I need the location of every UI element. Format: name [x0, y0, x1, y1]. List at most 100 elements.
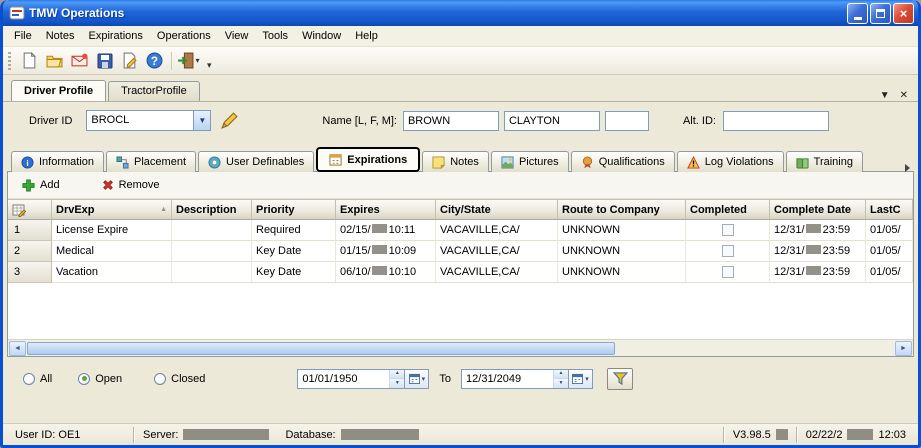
from-date-calendar-button[interactable]: ▾: [404, 370, 428, 388]
to-date-spinner[interactable]: ▲▼: [553, 370, 568, 388]
cell-expires[interactable]: 06/10/10:10: [336, 262, 436, 283]
cell-citystate[interactable]: VACAVILLE,CA/: [436, 262, 558, 283]
tab-information[interactable]: i Information: [11, 151, 104, 172]
title-bar[interactable]: TMW Operations ×: [3, 0, 918, 26]
menu-help[interactable]: Help: [348, 27, 385, 45]
spin-down-icon[interactable]: ▼: [390, 379, 404, 388]
cell-description[interactable]: [172, 220, 252, 241]
cell-completed[interactable]: [686, 262, 770, 283]
cell-priority[interactable]: Key Date: [252, 241, 336, 262]
last-name-field[interactable]: [403, 111, 499, 131]
col-header-complete-date[interactable]: Complete Date: [770, 199, 866, 220]
menu-notes[interactable]: Notes: [39, 27, 82, 45]
cell-lastc[interactable]: 01/05/: [866, 241, 913, 262]
grid-corner-cell[interactable]: [8, 199, 52, 220]
pane-dropdown-icon[interactable]: ▼: [880, 90, 890, 101]
cell-citystate[interactable]: VACAVILLE,CA/: [436, 241, 558, 262]
exit-dropdown-arrow[interactable]: ▾: [195, 56, 199, 65]
tab-expirations[interactable]: Expirations: [316, 147, 420, 172]
cell-lastc[interactable]: 01/05/: [866, 220, 913, 241]
row-selector[interactable]: 2: [8, 241, 52, 262]
menu-window[interactable]: Window: [295, 27, 348, 45]
completed-checkbox[interactable]: [722, 266, 734, 278]
cell-drvexp[interactable]: License Expire: [52, 220, 172, 241]
radio-open[interactable]: Open: [78, 373, 122, 385]
tab-pictures[interactable]: Pictures: [491, 151, 569, 172]
tab-placement[interactable]: Placement: [106, 151, 196, 172]
save-button[interactable]: [92, 49, 117, 72]
scroll-right-button[interactable]: ►: [895, 341, 912, 356]
cell-priority[interactable]: Key Date: [252, 262, 336, 283]
cell-description[interactable]: [172, 241, 252, 262]
horizontal-scrollbar[interactable]: ◄ ►: [8, 339, 913, 356]
exit-button[interactable]: ▾: [176, 49, 201, 72]
toolbar-grip[interactable]: [8, 52, 11, 70]
menu-view[interactable]: View: [218, 27, 256, 45]
col-header-expires[interactable]: Expires: [336, 199, 436, 220]
alt-id-field[interactable]: [723, 111, 829, 131]
tab-tractor-profile[interactable]: TractorProfile: [108, 81, 200, 101]
close-button[interactable]: ×: [893, 3, 914, 24]
menu-tools[interactable]: Tools: [255, 27, 295, 45]
tab-driver-profile[interactable]: Driver Profile: [11, 80, 106, 101]
cell-completed[interactable]: [686, 220, 770, 241]
spin-down-icon[interactable]: ▼: [554, 379, 568, 388]
edit-note-button[interactable]: [117, 49, 142, 72]
cell-route[interactable]: UNKNOWN: [558, 220, 686, 241]
spin-up-icon[interactable]: ▲: [554, 370, 568, 380]
row-selector[interactable]: 1: [8, 220, 52, 241]
tab-user-definables[interactable]: User Definables: [198, 151, 314, 172]
toolbar-overflow-chevron[interactable]: ▾: [207, 60, 212, 74]
col-header-completed[interactable]: Completed: [686, 199, 770, 220]
completed-checkbox[interactable]: [722, 245, 734, 257]
col-header-drvexp[interactable]: DrvExp▲: [52, 199, 172, 220]
scroll-left-button[interactable]: ◄: [9, 341, 26, 356]
radio-open-icon[interactable]: [78, 373, 90, 385]
col-header-description[interactable]: Description: [172, 199, 252, 220]
tab-notes[interactable]: Notes: [422, 151, 489, 172]
cell-route[interactable]: UNKNOWN: [558, 262, 686, 283]
middle-name-field[interactable]: [605, 111, 649, 131]
radio-closed-icon[interactable]: [154, 373, 166, 385]
radio-closed[interactable]: Closed: [154, 373, 205, 385]
help-button[interactable]: ?: [142, 49, 167, 72]
first-name-field[interactable]: [504, 111, 600, 131]
menu-file[interactable]: File: [7, 27, 39, 45]
to-date-calendar-button[interactable]: ▾: [568, 370, 592, 388]
to-date-picker[interactable]: 12/31/2049 ▲▼ ▾: [461, 369, 593, 389]
spin-up-icon[interactable]: ▲: [390, 370, 404, 380]
cell-drvexp[interactable]: Medical: [52, 241, 172, 262]
driver-id-combobox[interactable]: BROCL ▼: [86, 110, 211, 131]
tab-qualifications[interactable]: Qualifications: [571, 151, 675, 172]
menu-operations[interactable]: Operations: [150, 27, 218, 45]
cell-expires[interactable]: 02/15/10:11: [336, 220, 436, 241]
tab-training[interactable]: Training: [786, 151, 863, 172]
cell-completed[interactable]: [686, 241, 770, 262]
cell-lastc[interactable]: 01/05/: [866, 262, 913, 283]
open-folder-button[interactable]: [42, 49, 67, 72]
cell-description[interactable]: [172, 262, 252, 283]
from-date-spinner[interactable]: ▲▼: [389, 370, 404, 388]
minimize-button[interactable]: [847, 3, 868, 24]
tab-log-violations[interactable]: Log Violations: [677, 151, 784, 172]
menu-expirations[interactable]: Expirations: [81, 27, 149, 45]
radio-all[interactable]: All: [23, 373, 52, 385]
cell-complete-date[interactable]: 12/31/23:59: [770, 262, 866, 283]
new-document-button[interactable]: [17, 49, 42, 72]
apply-filter-button[interactable]: [607, 368, 633, 390]
pane-close-icon[interactable]: ✕: [900, 90, 908, 101]
col-header-route[interactable]: Route to Company: [558, 199, 686, 220]
cell-citystate[interactable]: VACAVILLE,CA/: [436, 220, 558, 241]
cell-route[interactable]: UNKNOWN: [558, 241, 686, 262]
edit-pencil-icon[interactable]: [220, 112, 238, 130]
maximize-button[interactable]: [870, 3, 891, 24]
row-selector[interactable]: 3: [8, 262, 52, 283]
mail-button[interactable]: [67, 49, 92, 72]
radio-all-icon[interactable]: [23, 373, 35, 385]
cell-complete-date[interactable]: 12/31/23:59: [770, 220, 866, 241]
add-button[interactable]: Add: [22, 179, 60, 192]
tab-scroll-right-icon[interactable]: [905, 164, 910, 172]
from-date-picker[interactable]: 01/01/1950 ▲▼ ▾: [297, 369, 429, 389]
col-header-priority[interactable]: Priority: [252, 199, 336, 220]
driver-id-dropdown-button[interactable]: ▼: [193, 111, 210, 130]
